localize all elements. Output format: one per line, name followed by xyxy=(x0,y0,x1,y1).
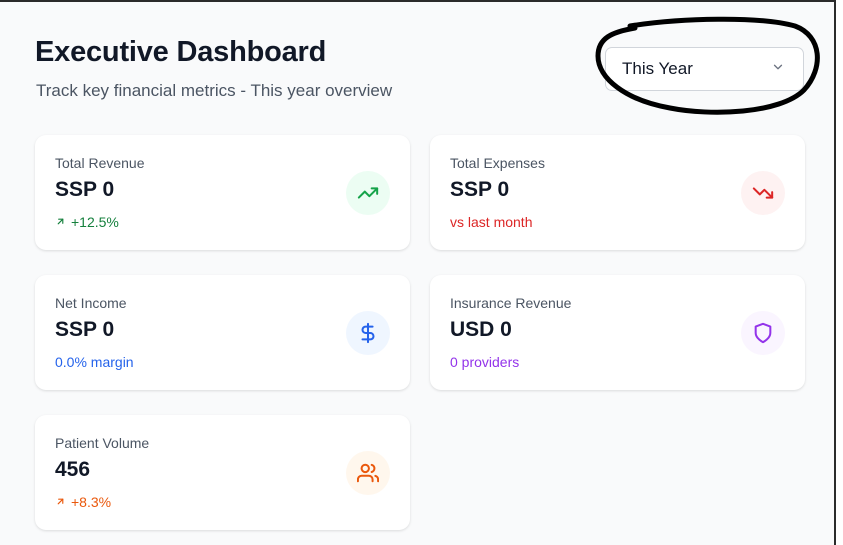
card-change: 0.0% margin xyxy=(55,354,134,370)
window-right-border xyxy=(834,0,843,545)
total-revenue-card: Total Revenue SSP 0 +12.5% xyxy=(35,135,410,250)
dollar-sign-icon xyxy=(346,311,390,355)
card-value: SSP 0 xyxy=(55,178,115,201)
card-change-text: vs last month xyxy=(450,214,533,230)
chevron-down-icon xyxy=(771,60,785,79)
page-title: Executive Dashboard xyxy=(35,36,327,68)
card-label: Total Revenue xyxy=(55,155,145,171)
shield-icon xyxy=(741,311,785,355)
card-label: Insurance Revenue xyxy=(450,295,572,311)
card-change: +8.3% xyxy=(55,494,111,510)
arrow-up-right-icon xyxy=(55,494,66,510)
trending-down-icon xyxy=(741,171,785,215)
patient-volume-card: Patient Volume 456 +8.3% xyxy=(35,415,410,530)
dashboard-page: Executive Dashboard Track key financial … xyxy=(0,2,834,545)
card-change: vs last month xyxy=(450,214,532,230)
card-value: USD 0 xyxy=(450,318,512,341)
page-subtitle: Track key financial metrics - This year … xyxy=(36,81,393,100)
total-expenses-card: Total Expenses SSP 0 vs last month xyxy=(430,135,805,250)
card-value: SSP 0 xyxy=(55,318,115,341)
card-label: Total Expenses xyxy=(450,155,545,171)
card-label: Patient Volume xyxy=(55,435,150,451)
users-icon xyxy=(346,451,390,495)
card-value: 456 xyxy=(55,458,91,481)
period-select[interactable]: This Year xyxy=(605,47,804,91)
card-label: Net Income xyxy=(55,295,127,311)
card-change: 0 providers xyxy=(450,354,519,370)
card-change: +12.5% xyxy=(55,214,119,230)
card-value: SSP 0 xyxy=(450,178,510,201)
card-change-text: 0 providers xyxy=(450,354,520,370)
arrow-up-right-icon xyxy=(55,214,66,230)
card-change-text: 0.0% margin xyxy=(55,354,134,370)
period-select-value: This Year xyxy=(622,59,693,78)
card-change-text: +12.5% xyxy=(71,214,119,230)
net-income-card: Net Income SSP 0 0.0% margin xyxy=(35,275,410,390)
card-change-text: +8.3% xyxy=(71,494,112,510)
trending-up-icon xyxy=(346,171,390,215)
insurance-revenue-card: Insurance Revenue USD 0 0 providers xyxy=(430,275,805,390)
